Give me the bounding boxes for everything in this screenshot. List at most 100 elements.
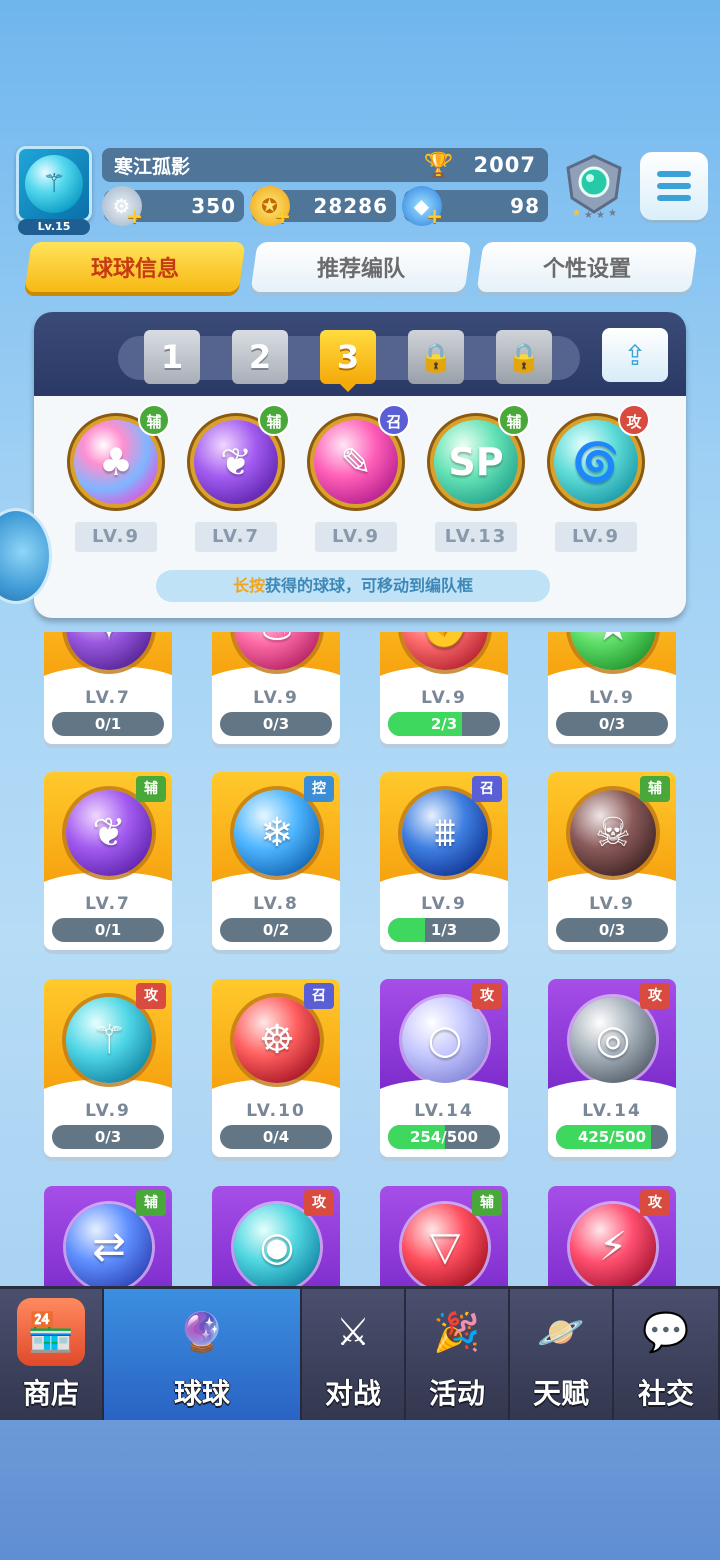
nav-label: 天赋 xyxy=(532,1377,589,1410)
ball-card[interactable]: ❦ 辅 LV.7 0/1 xyxy=(44,772,172,950)
support-tag: 辅 xyxy=(136,1190,166,1216)
hint-text: 获得的球球，可移动到编队框 xyxy=(265,576,474,595)
card-progress-bar: 0/3 xyxy=(556,918,668,942)
card-progress-text: 0/3 xyxy=(598,715,626,733)
ball-card[interactable]: ⚚ 攻 LV.9 0/3 xyxy=(44,979,172,1157)
tab-label: 推荐编队 xyxy=(316,257,405,282)
tab-label: 个性设置 xyxy=(542,257,631,282)
ball-glyph: ❄ xyxy=(260,810,294,856)
ball-glyph: ⩩ xyxy=(434,810,456,856)
svg-text:★: ★ xyxy=(572,208,581,219)
rank-badge[interactable]: ★ ★ ★ ★ xyxy=(558,150,630,220)
player-level-badge: Lv.15 xyxy=(18,219,90,235)
ball-card[interactable]: ○ 攻 LV.14 254/500 xyxy=(380,979,508,1157)
share-icon: ⇪ xyxy=(623,338,647,372)
card-progress-text: 0/3 xyxy=(262,715,290,733)
team-ball-2[interactable]: ❦ 辅 xyxy=(188,404,290,510)
ball-card[interactable]: ◎ 攻 LV.14 425/500 xyxy=(548,979,676,1157)
nav-chat-heart[interactable]: 💬 社交 xyxy=(614,1289,720,1420)
nav-label: 社交 xyxy=(637,1377,694,1410)
silver-coin-icon: ⚙ + xyxy=(102,186,143,228)
bottom-nav: 🏪 商店 🔮 球球 ⚔ 对战 🎉 活动 🪐 天赋 💬 社交 xyxy=(0,1286,720,1420)
support-tag: 辅 xyxy=(498,404,530,436)
ball-card[interactable]: ⚡ 攻 xyxy=(548,1186,676,1292)
team-ball-level: LV.9 xyxy=(555,522,637,552)
hint-highlight: 长按 xyxy=(232,576,265,595)
ball-card[interactable]: ▽ 辅 xyxy=(380,1186,508,1292)
attack-tag: 攻 xyxy=(640,1190,670,1216)
share-button[interactable]: ⇪ xyxy=(602,328,668,382)
ball-card[interactable]: ✦ LV.7 0/1 xyxy=(44,632,172,744)
lock-icon: 🔒 xyxy=(506,340,542,374)
card-progress-text: 425/500 xyxy=(577,1128,647,1146)
ball-card[interactable]: ★ LV.9 0/3 xyxy=(548,632,676,744)
ball-glyph: ☠ xyxy=(595,810,631,856)
card-progress-bar: 0/4 xyxy=(220,1125,332,1149)
card-progress-bar: 254/500 xyxy=(388,1125,500,1149)
attack-tag: 攻 xyxy=(304,1190,334,1216)
card-progress-text: 0/3 xyxy=(598,921,626,939)
gold-amount: 28286 xyxy=(313,194,388,218)
support-tag: 辅 xyxy=(136,776,166,802)
card-progress-bar: 0/1 xyxy=(52,712,164,736)
nav-shop[interactable]: 🏪 商店 xyxy=(0,1289,104,1420)
card-progress-text: 0/4 xyxy=(262,1128,290,1146)
card-level: LV.9 xyxy=(421,894,467,914)
card-level: LV.7 xyxy=(85,894,131,914)
tab-label: 球球信息 xyxy=(90,257,179,282)
tab-ball-info[interactable]: 球球信息 xyxy=(24,242,246,292)
diamond-currency[interactable]: ◆ + 98 xyxy=(402,186,548,228)
ball-card[interactable]: ☠ 辅 LV.9 0/3 xyxy=(548,772,676,950)
add-icon: + xyxy=(274,204,292,228)
team-ball-1[interactable]: ♣ 辅 xyxy=(68,404,170,510)
ball-card[interactable]: ◉ 攻 xyxy=(212,1186,340,1292)
support-tag: 辅 xyxy=(472,1190,502,1216)
tab-personal-settings[interactable]: 个性设置 xyxy=(476,242,698,292)
ball-glyph: ★ xyxy=(570,632,656,670)
nav-ball-jar[interactable]: 🔮 球球 xyxy=(104,1289,302,1420)
card-progress-bar: 0/3 xyxy=(556,712,668,736)
trident-icon: ⚚ xyxy=(25,155,83,213)
ball-glyph: ◎ xyxy=(595,1017,631,1063)
menu-icon-line xyxy=(657,183,691,189)
team-slot-2[interactable]: 2 xyxy=(232,330,288,384)
nav-crossed-swords[interactable]: ⚔ 对战 xyxy=(302,1289,406,1420)
ball-card[interactable]: ⩩ 召 LV.9 1/3 xyxy=(380,772,508,950)
ball-card[interactable]: ✊ LV.9 2/3 xyxy=(380,632,508,744)
ball-card[interactable]: ♨ LV.9 0/3 xyxy=(212,632,340,744)
party-popper-icon: 🎉 xyxy=(433,1309,481,1354)
ball-glyph: ▽ xyxy=(429,1224,461,1270)
player-avatar[interactable]: ⚚ xyxy=(16,146,92,222)
gold-currency[interactable]: ✪ + 28286 xyxy=(250,186,396,228)
team-slot-1[interactable]: 1 xyxy=(144,330,200,384)
card-progress-bar: 425/500 xyxy=(556,1125,668,1149)
nav-label: 球球 xyxy=(173,1377,230,1410)
shop-icon: 🏪 xyxy=(17,1298,85,1366)
card-progress-text: 0/3 xyxy=(94,1128,122,1146)
ball-glyph: ☸ xyxy=(259,1017,295,1063)
tab-recommended-team[interactable]: 推荐编队 xyxy=(250,242,472,292)
nav-planet[interactable]: 🪐 天赋 xyxy=(510,1289,614,1420)
support-tag: 辅 xyxy=(258,404,290,436)
silver-currency[interactable]: ⚙ + 350 xyxy=(102,186,244,228)
gold-coin-icon: ✪ + xyxy=(250,186,292,228)
team-ball-level: LV.9 xyxy=(75,522,157,552)
menu-icon-line xyxy=(657,171,691,177)
ball-card[interactable]: ⇄ 辅 xyxy=(44,1186,172,1292)
team-ball-level: LV.9 xyxy=(315,522,397,552)
ball-card[interactable]: ☸ 召 LV.10 0/4 xyxy=(212,979,340,1157)
card-progress-bar: 0/1 xyxy=(52,918,164,942)
card-level: LV.10 xyxy=(246,1101,306,1121)
team-ball-4[interactable]: SP 辅 xyxy=(428,404,530,510)
team-slot-4-locked[interactable]: 🔒 xyxy=(408,330,464,384)
team-ball-5[interactable]: 🌀 攻 xyxy=(548,404,650,510)
silver-amount: 350 xyxy=(191,194,236,218)
menu-button[interactable] xyxy=(640,152,708,220)
svg-text:★: ★ xyxy=(584,210,593,220)
ball-card[interactable]: ❄ 控 LV.8 0/2 xyxy=(212,772,340,950)
team-slot-5-locked[interactable]: 🔒 xyxy=(496,330,552,384)
card-level: LV.9 xyxy=(589,894,635,914)
team-slot-3[interactable]: 3 xyxy=(320,330,376,384)
nav-party-popper[interactable]: 🎉 活动 xyxy=(406,1289,510,1420)
team-ball-3[interactable]: ✎ 召 xyxy=(308,404,410,510)
